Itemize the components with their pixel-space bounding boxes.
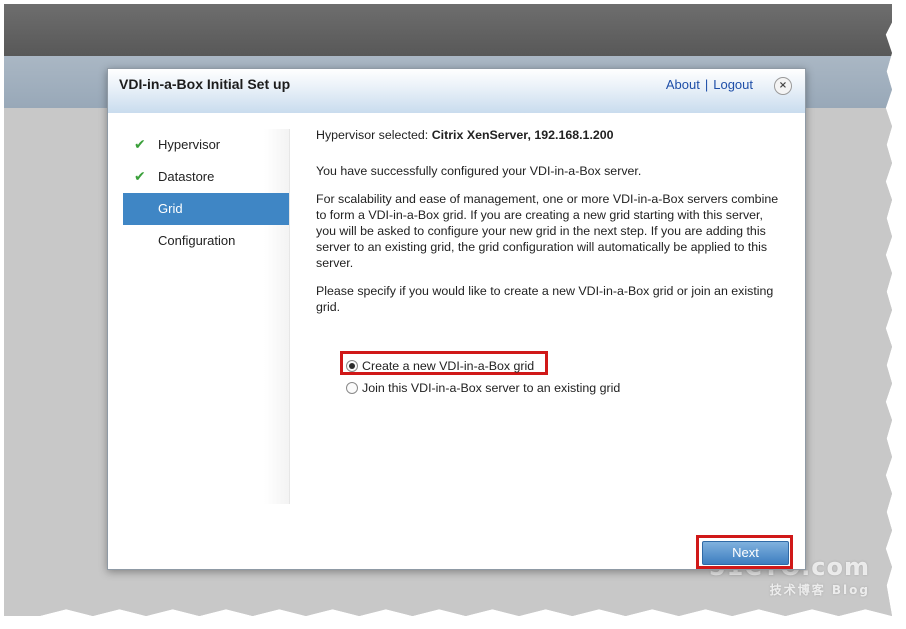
screenshot-frame: 51CTO.com 技术博客 Blog VDI-in-a-Box Initial… [4,4,892,616]
browser-top-bar [4,4,892,56]
grid-options: Create a new VDI-in-a-Box grid Join this… [340,355,620,399]
dialog-title: VDI-in-a-Box Initial Set up [119,76,291,92]
checkmark-icon: ✔ [134,169,146,185]
logout-link[interactable]: Logout [713,77,753,92]
nav-item-label: Datastore [158,169,215,184]
grid-description: For scalability and ease of management, … [316,192,779,270]
content-panel: Hypervisor selected: Citrix XenServer, 1… [316,127,786,327]
option-label: Join this VDI-in-a-Box server to an exis… [362,381,621,395]
nav-item-datastore[interactable]: ✔ Datastore [123,161,289,193]
option-join-grid[interactable]: Join this VDI-in-a-Box server to an exis… [340,377,620,399]
success-message: You have successfully configured your VD… [316,164,642,178]
hypervisor-prefix: Hypervisor selected: [316,128,429,142]
hypervisor-value: Citrix XenServer, 192.168.1.200 [431,128,614,142]
setup-dialog: VDI-in-a-Box Initial Set up About | Logout… [107,68,806,570]
next-button[interactable]: Next [702,541,789,565]
nav-item-configuration[interactable]: Configuration [123,225,289,257]
dialog-header: VDI-in-a-Box Initial Set up About | Logout… [108,69,805,113]
nav-item-hypervisor[interactable]: ✔ Hypervisor [123,129,289,161]
nav-item-grid[interactable]: Grid [123,193,289,225]
option-create-grid[interactable]: Create a new VDI-in-a-Box grid [340,355,620,377]
watermark-line2: 技术博客 Blog [769,583,870,597]
checkmark-icon: ✔ [134,137,146,153]
wizard-steps-nav: ✔ Hypervisor ✔ Datastore Grid Configurat… [123,129,290,504]
about-link[interactable]: About [666,77,700,92]
radio-join-grid[interactable] [346,382,358,394]
hypervisor-selected: Hypervisor selected: Citrix XenServer, 1… [316,127,786,143]
close-icon[interactable]: × [774,77,792,95]
option-label: Create a new VDI-in-a-Box grid [362,359,535,373]
link-separator: | [704,77,709,92]
nav-item-label: Hypervisor [158,137,221,152]
nav-item-label: Grid [158,201,183,216]
header-links: About | Logout [666,77,753,92]
nav-item-label: Configuration [158,233,236,248]
grid-prompt: Please specify if you would like to crea… [316,284,774,314]
radio-create-grid[interactable] [346,360,358,372]
